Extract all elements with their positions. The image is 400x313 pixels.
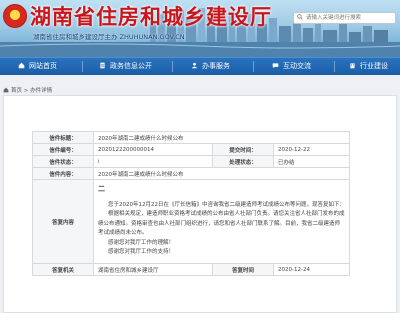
reply-paragraph: 您于2020年12月22日在《厅长信箱》中咨询我省二级建造师考试成绩公布等问题，… xyxy=(108,201,345,208)
nav-item-industry[interactable]: 行业建设 xyxy=(349,58,388,75)
letter-status-label: 信件状态： xyxy=(32,155,94,168)
letter-detail-table: 信件标题： 2020年湖南二建成绩什么时候公布 信件编号： 2020122200… xyxy=(32,131,350,276)
process-status-value: 已办结 xyxy=(273,155,350,168)
nav-item-label: 政务信息公开 xyxy=(110,62,152,70)
letter-title-label: 信件标题： xyxy=(32,131,94,144)
reply-glyph: 二 xyxy=(98,185,105,194)
nav-divider xyxy=(82,61,83,72)
nav-divider xyxy=(253,61,254,72)
reply-paragraph: 感谢您对我厅工作的支持！ xyxy=(108,249,175,256)
table-row: 答复机关 湖南省住房和城乡建设厅 答复时间 2020-12-24 xyxy=(32,263,350,276)
table-row: 信件内容： 2020年湖南二建成绩什么时候公布 xyxy=(32,167,350,180)
national-emblem-icon: ★ xyxy=(3,4,27,28)
table-row: 信件标题： 2020年湖南二建成绩什么时候公布 xyxy=(32,131,350,144)
letter-title-value: 2020年湖南二建成绩什么时候公布 xyxy=(93,131,350,144)
letter-content-value: 2020年湖南二建成绩什么时候公布 xyxy=(93,167,350,180)
chat-icon xyxy=(272,63,279,69)
document-icon xyxy=(100,62,105,69)
reply-content-label: 答复内容 xyxy=(32,179,94,264)
breadcrumb: 首页 > 办件详情 xyxy=(3,86,52,94)
nav-item-interaction[interactable]: 互动交流 xyxy=(272,58,311,75)
site-subtitle: 湖南省住房和城乡建设厅主办 ZHUHUNAN.GOV.CN xyxy=(33,33,185,41)
submit-time-value: 2020-12-22 xyxy=(273,143,350,156)
home-icon xyxy=(18,62,25,69)
site-title[interactable]: 湖南省住房和城乡建设厅 xyxy=(30,1,272,31)
nav-divider xyxy=(334,61,335,72)
search-box xyxy=(293,12,396,24)
submit-time-label: 提交时间： xyxy=(212,143,274,156)
breadcrumb-current: 办件详情 xyxy=(30,88,53,94)
breadcrumb-separator: > xyxy=(23,88,29,94)
reply-time-label: 答复时间 xyxy=(212,263,274,276)
table-row: 信件编号： 2020122200000014 提交时间： 2020-12-22 xyxy=(32,143,350,156)
process-status-label: 处理状态： xyxy=(212,155,274,168)
nav-divider xyxy=(172,61,173,72)
nav-item-services[interactable]: 办事服务 xyxy=(191,58,230,75)
nav-item-gov-info[interactable]: 政务信息公开 xyxy=(99,58,152,75)
nav-item-label: 行业建设 xyxy=(360,62,388,70)
nav-item-label: 办事服务 xyxy=(202,62,230,70)
search-input[interactable] xyxy=(306,13,392,23)
nav-item-label: 网站首页 xyxy=(29,62,57,70)
letter-content-label: 信件内容： xyxy=(32,167,94,180)
nav-item-label: 互动交流 xyxy=(283,62,311,70)
breadcrumb-home-link[interactable]: 首页 xyxy=(11,88,22,94)
letter-status-value: i xyxy=(93,155,213,168)
reply-content-value: 二 您于2020年12月22日在《厅长信箱》中咨询我省二级建造师考试成绩公布等问… xyxy=(93,179,350,264)
reply-time-value: 2020-12-24 xyxy=(273,263,350,276)
service-icon xyxy=(191,62,198,69)
letter-number-value: 2020122200000014 xyxy=(93,143,213,156)
reply-dept-value: 湖南省住房和城乡建设厅 xyxy=(93,263,213,276)
main-nav: 网站首页 政务信息公开 办事服务 互动交流 行业建设 xyxy=(0,57,400,75)
table-row: 信件状态： i 处理状态： 已办结 xyxy=(32,155,350,168)
letter-number-label: 信件编号： xyxy=(32,143,94,156)
home-icon xyxy=(3,87,9,93)
search-icon[interactable] xyxy=(297,14,303,20)
reply-dept-label: 答复机关 xyxy=(32,263,94,276)
nav-item-home[interactable]: 网站首页 xyxy=(18,58,57,75)
site-header: ★ 湖南省住房和城乡建设厅 湖南省住房和城乡建设厅主办 ZHUHUNAN.GOV… xyxy=(0,0,400,57)
detail-panel: 信件标题： 2020年湖南二建成绩什么时候公布 信件编号： 2020122200… xyxy=(3,95,397,313)
table-row: 答复内容 二 您于2020年12月22日在《厅长信箱》中咨询我省二级建造师考试成… xyxy=(32,179,350,264)
reply-paragraph: 根据相关规定，建造师职业资格考试成绩的公布由省人社部门负责。请您关注省人社部门发… xyxy=(98,211,345,237)
building-icon xyxy=(350,63,355,69)
reply-paragraph: 感谢您对我厅工作的理解！ xyxy=(108,239,175,246)
